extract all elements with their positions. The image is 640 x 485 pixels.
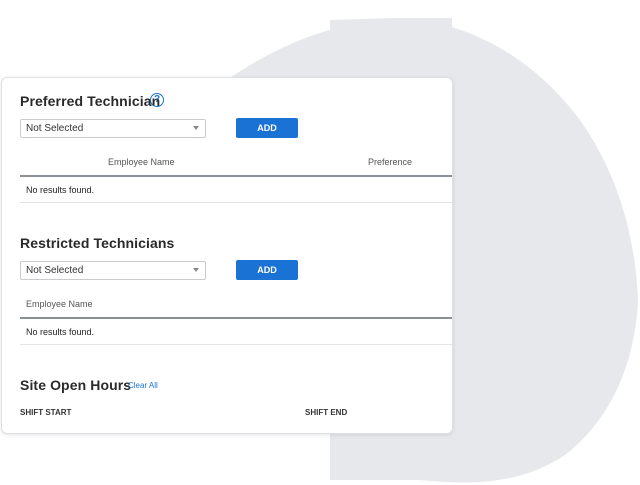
column-header-employee-name: Employee Name [108, 157, 175, 167]
preferred-empty-message: No results found. [26, 185, 95, 195]
preferred-select-value: Not Selected [26, 123, 84, 134]
preferred-technician-title: Preferred Technician [20, 93, 161, 109]
clear-all-link[interactable]: Clear All [128, 381, 158, 390]
column-header-shift-end: SHIFT END [305, 408, 348, 417]
column-header-preference: Preference [368, 157, 413, 167]
restricted-technicians-title: Restricted Technicians [20, 235, 175, 251]
restricted-add-button[interactable]: ADD [236, 260, 298, 280]
preferred-add-button[interactable]: ADD [236, 118, 298, 138]
chevron-down-icon [193, 126, 199, 130]
chevron-down-icon [193, 268, 199, 272]
column-header-shift-start: SHIFT START [20, 408, 72, 417]
table-header-divider [20, 317, 452, 319]
table-row-divider [20, 202, 452, 203]
restricted-technician-select[interactable]: Not Selected [20, 261, 206, 280]
preferred-technician-select[interactable]: Not Selected [20, 119, 206, 138]
site-open-hours-title: Site Open Hours [20, 377, 132, 393]
question-circle-icon[interactable]: ? [150, 93, 164, 107]
column-header-employee-name: Employee Name [26, 299, 93, 309]
table-row-divider [20, 344, 452, 345]
restricted-select-value: Not Selected [26, 265, 84, 276]
restricted-empty-message: No results found. [26, 327, 95, 337]
technician-settings-card: Preferred Technician ? Not Selected ADD … [1, 77, 453, 434]
table-header-divider [20, 175, 452, 177]
